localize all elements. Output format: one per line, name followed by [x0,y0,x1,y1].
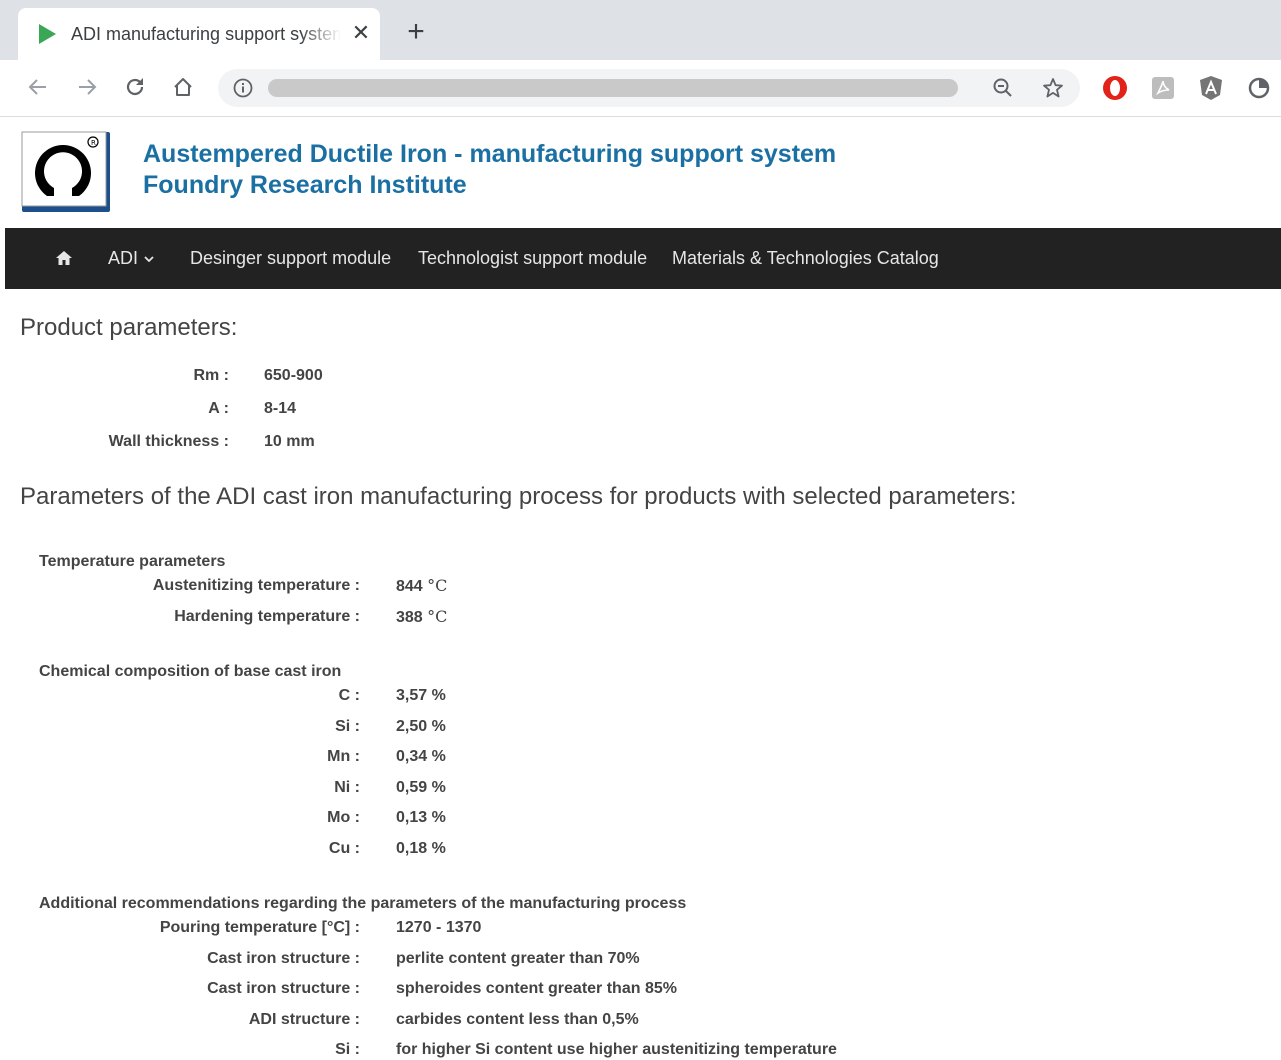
mn-value: 0,34 % [396,748,446,765]
browser-tab[interactable]: ADI manufacturing support system ✕ [18,8,380,60]
a-value: 8-14 [264,400,297,417]
cast-iron-structure-label: Cast iron structure : [207,950,360,967]
product-parameters-heading: Product parameters: [20,314,238,341]
site-header: R Austempered Ductile Iron - manufacturi… [0,117,1281,228]
url-field-redacted[interactable] [268,79,958,97]
info-icon[interactable] [232,77,254,99]
zoom-button[interactable] [988,73,1018,103]
back-button[interactable] [23,72,53,102]
c-label: C : [338,687,360,704]
mo-value: 0,13 % [396,809,446,826]
bookmark-button[interactable] [1038,73,1068,103]
cast-iron-structure-value: perlite content greater than 70% [396,950,640,967]
cu-label: Cu : [328,840,360,857]
forward-button[interactable] [72,72,102,102]
nav-technologist-module[interactable]: Technologist support module [418,228,647,289]
ni-value: 0,59 % [396,779,446,796]
svg-text:R: R [91,139,96,147]
wall-thickness-label: Wall thickness : [108,433,229,450]
si-value: 2,50 % [396,718,446,735]
pouring-temperature-label: Pouring temperature [°C] : [159,919,360,936]
site-subtitle: Foundry Research Institute [143,171,467,199]
temperature-section-title: Temperature parameters [39,553,226,570]
c-value: 3,57 % [396,687,446,704]
rm-label: Rm : [193,367,229,384]
si-recommendation-label: Si : [335,1041,360,1058]
bookmark-star-icon [1043,78,1063,98]
forward-icon [79,79,97,95]
wall-thickness-value: 10 mm [264,433,315,450]
nav-catalog[interactable]: Materials & Technologies Catalog [672,228,939,289]
cast-iron-structure-label: Cast iron structure : [207,980,360,997]
hardening-temperature-value: 388 °C [396,607,448,626]
reload-button[interactable] [120,72,150,102]
si-recommendation-value: for higher Si content use higher austeni… [396,1041,837,1058]
process-parameters-heading: Parameters of the ADI cast iron manufact… [20,483,1017,510]
mo-label: Mo : [327,809,360,826]
play-favicon-icon [39,24,56,44]
pouring-temperature-value: 1270 - 1370 [396,919,482,936]
unit-label: °C [427,607,448,626]
ni-label: Ni : [334,779,360,796]
unit-label: °C [427,576,448,595]
browser-toolbar [0,60,1281,117]
rm-value: 650-900 [264,367,323,384]
cast-iron-structure-value: spheroides content greater than 85% [396,980,677,997]
back-icon [28,79,46,95]
home-button[interactable] [168,72,198,102]
cu-value: 0,18 % [396,840,446,857]
reload-icon [126,78,144,96]
browser-tabstrip: ADI manufacturing support system ✕ + [0,0,1281,60]
austenitizing-temperature-value: 844 °C [396,576,448,595]
close-tab-icon[interactable]: ✕ [350,22,372,44]
chevron-down-icon [144,256,154,263]
nav-adi-label: ADI [108,248,139,268]
home-icon [174,78,192,96]
institute-logo[interactable]: R [20,130,112,214]
zoom-out-icon [993,78,1012,97]
address-bar[interactable] [218,69,1080,107]
additional-section-title: Additional recommendations regarding the… [39,895,687,912]
nav-designer-module[interactable]: Desinger support module [190,228,391,289]
new-tab-icon[interactable]: + [402,17,430,47]
austenitizing-temperature-label: Austenitizing temperature : [152,577,360,594]
a-label: A : [208,400,229,417]
nav-adi-dropdown[interactable]: ADI [108,228,155,289]
angular-extension-icon[interactable] [1197,74,1225,102]
mn-label: Mn : [327,748,360,765]
pdf-extension-icon[interactable] [1149,74,1177,102]
circle-extension-icon[interactable] [1245,74,1273,102]
adi-structure-label: ADI structure : [248,1011,360,1028]
site-title: Austempered Ductile Iron - manufacturing… [143,140,837,168]
chemical-section-title: Chemical composition of base cast iron [39,663,342,680]
home-icon[interactable] [55,249,73,267]
tab-title: ADI manufacturing support system [71,24,341,44]
opera-extension-icon[interactable] [1101,74,1129,102]
adi-structure-value: carbides content less than 0,5% [396,1011,639,1028]
main-navbar: ADI Desinger support module Technologist… [5,228,1281,289]
hardening-temperature-label: Hardening temperature : [174,608,360,625]
si-label: Si : [335,718,360,735]
